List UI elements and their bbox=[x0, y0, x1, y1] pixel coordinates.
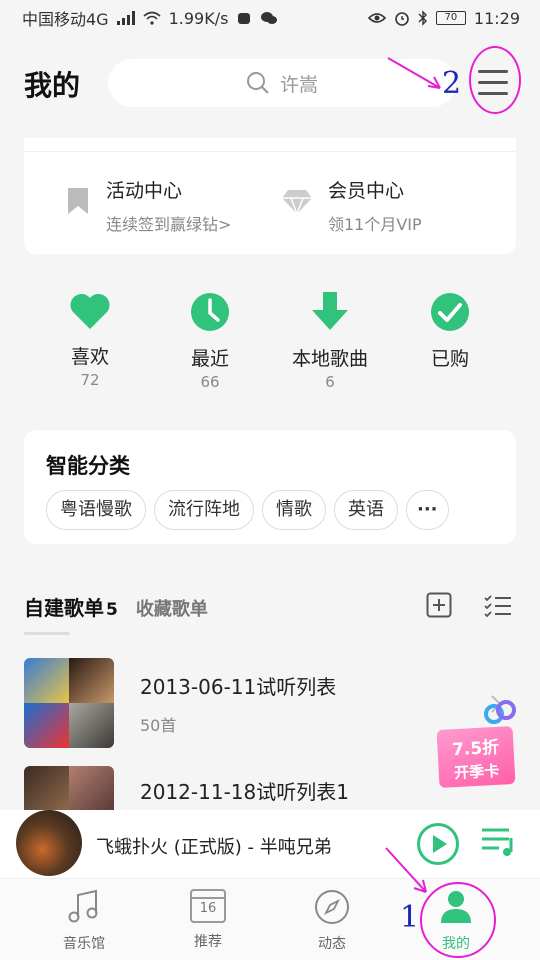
annotation-ring-menu bbox=[469, 46, 521, 114]
calendar-icon: 16 bbox=[190, 889, 226, 923]
tag-chip[interactable]: 粤语慢歌 bbox=[46, 490, 146, 530]
status-bar: 中国移动4G 1.99K/s 70 11:29 bbox=[0, 0, 540, 36]
nav-label: 推荐 bbox=[194, 934, 222, 950]
search-icon bbox=[246, 72, 269, 94]
clock-time: 11:29 bbox=[473, 8, 520, 28]
nav-label: 动态 bbox=[318, 936, 346, 952]
tag-chip[interactable]: 情歌 bbox=[262, 490, 326, 530]
tab-self-built-label: 自建歌单 bbox=[24, 596, 104, 620]
quick-action-like-label: 喜欢 bbox=[70, 346, 109, 368]
playlist-item[interactable]: 2012-11-18试听列表1 bbox=[24, 766, 349, 810]
heart-icon bbox=[70, 293, 110, 329]
diamond-icon bbox=[282, 190, 312, 214]
compass-icon bbox=[315, 890, 349, 924]
tag-chip[interactable]: 流行阵地 bbox=[154, 490, 254, 530]
quick-action-local-label: 本地歌曲 bbox=[291, 348, 368, 370]
battery-icon: 70 bbox=[435, 11, 466, 25]
playlist-tabs: 自建歌单 5 收藏歌单 bbox=[24, 592, 208, 621]
quick-action-recent-count: 66 bbox=[200, 373, 220, 391]
quick-action-recent[interactable]: 最近 66 bbox=[155, 292, 265, 391]
download-icon bbox=[312, 292, 348, 330]
tab-underline bbox=[24, 632, 70, 635]
playlist-item[interactable]: 2013-06-11试听列表 50首 bbox=[24, 658, 336, 748]
wechat-icon bbox=[261, 12, 278, 24]
nav-item-music-hall[interactable]: 音乐馆 bbox=[34, 889, 134, 953]
more-tags-button[interactable]: ··· bbox=[406, 490, 449, 530]
vip-center-subtitle: 领11个月VIP bbox=[328, 215, 422, 234]
annotation-number-2: 2 bbox=[442, 66, 462, 101]
promo-badge-card: 7.5折 开季卡 bbox=[436, 726, 516, 788]
playlist-name: 2013-06-11试听列表 bbox=[140, 674, 337, 699]
now-playing-title: 飞蛾扑火 (正式版) - 半吨兄弟 bbox=[96, 837, 332, 858]
playlist-count: 50首 bbox=[140, 715, 177, 735]
promo-ring-icon bbox=[484, 700, 516, 724]
annotation-arrow-mine bbox=[385, 847, 427, 893]
bluetooth-icon bbox=[418, 10, 427, 26]
clock-icon bbox=[191, 293, 229, 331]
quick-action-like[interactable]: 喜欢 72 bbox=[35, 292, 145, 389]
activity-center-title: 活动中心 bbox=[106, 180, 183, 202]
music-note-icon bbox=[68, 889, 98, 923]
tab-self-built-count: 5 bbox=[106, 600, 118, 620]
alarm-app-icon bbox=[238, 13, 251, 24]
playlist-cover bbox=[24, 766, 114, 810]
check-icon bbox=[431, 293, 469, 331]
tag-chip[interactable]: 英语 bbox=[334, 490, 398, 530]
alarm-icon bbox=[395, 12, 409, 26]
page-title: 我的 bbox=[24, 69, 81, 102]
quick-action-local[interactable]: 本地歌曲 6 bbox=[275, 292, 385, 391]
annotation-number-1: 1 bbox=[400, 900, 420, 935]
search-placeholder: 许嵩 bbox=[279, 73, 318, 96]
quick-action-purchased-label: 已购 bbox=[430, 348, 469, 370]
nav-label: 音乐馆 bbox=[63, 936, 105, 952]
net-speed: 1.99K/s bbox=[168, 8, 229, 28]
quick-action-like-count: 72 bbox=[80, 371, 100, 389]
carrier-label: 中国移动4G bbox=[22, 10, 109, 29]
quick-action-purchased[interactable]: 已购 bbox=[395, 292, 505, 373]
smart-category-title: 智能分类 bbox=[46, 454, 130, 478]
calendar-date: 16 bbox=[199, 901, 217, 916]
tab-self-built[interactable]: 自建歌单 5 bbox=[24, 592, 118, 621]
add-playlist-icon[interactable] bbox=[426, 592, 452, 618]
activity-center-subtitle: 连续签到赢绿钻> bbox=[106, 215, 232, 234]
vip-center-tile[interactable]: 会员中心 领11个月VIP bbox=[282, 176, 422, 235]
manage-playlists-icon[interactable] bbox=[484, 594, 512, 618]
annotation-arrow-menu bbox=[387, 57, 441, 89]
signal-icon bbox=[116, 11, 135, 25]
bookmark-icon bbox=[68, 188, 88, 214]
nav-item-feed[interactable]: 动态 bbox=[282, 889, 382, 953]
wifi-icon bbox=[143, 11, 161, 25]
quick-action-local-count: 6 bbox=[325, 373, 335, 391]
eye-icon bbox=[367, 13, 386, 23]
activity-center-tile[interactable]: 活动中心 连续签到赢绿钻> bbox=[66, 176, 231, 235]
quick-action-recent-label: 最近 bbox=[190, 348, 229, 370]
playlist-name: 2012-11-18试听列表1 bbox=[140, 779, 349, 804]
nav-item-recommend[interactable]: 16 推荐 bbox=[158, 889, 258, 951]
promo-badge-discount: 7.5折 bbox=[451, 737, 500, 761]
vip-center-title: 会员中心 bbox=[328, 180, 405, 202]
mini-player[interactable]: 飞蛾扑火 (正式版) - 半吨兄弟 bbox=[0, 810, 540, 878]
promo-badge-label: 开季卡 bbox=[453, 761, 500, 783]
album-art[interactable] bbox=[16, 810, 82, 876]
smart-category-card: 智能分类 粤语慢歌 流行阵地 情歌 英语 ··· bbox=[24, 430, 516, 544]
playlist-cover bbox=[24, 658, 114, 748]
playlist-queue-icon[interactable] bbox=[481, 826, 515, 858]
promo-badge[interactable]: 7.5折 开季卡 bbox=[436, 698, 520, 790]
tab-collected[interactable]: 收藏歌单 bbox=[136, 595, 208, 621]
